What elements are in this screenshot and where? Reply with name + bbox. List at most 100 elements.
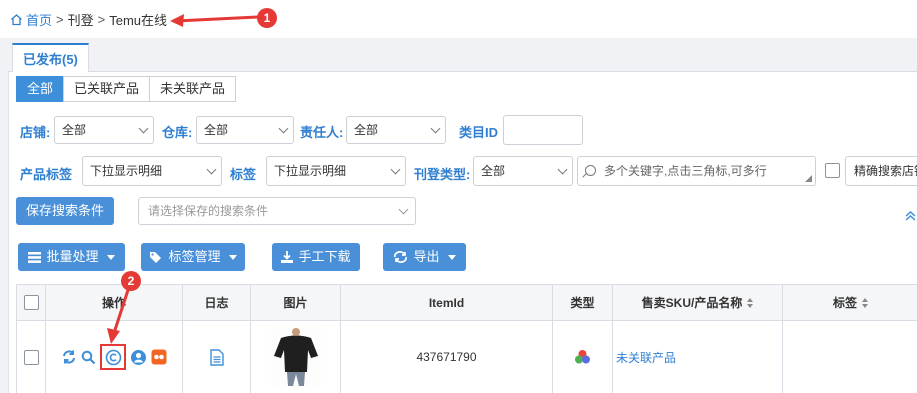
warehouse-label: 仓库: [162, 125, 193, 140]
user-icon[interactable] [130, 349, 147, 366]
caret-down-icon [106, 254, 115, 260]
tab-published[interactable]: 已发布(5) [12, 43, 89, 73]
copy-listing-button[interactable] [100, 344, 126, 370]
export-icon [394, 251, 408, 263]
warehouse-select[interactable]: 全部 [196, 116, 294, 144]
tag-select[interactable]: 下拉显示明细 [266, 156, 406, 186]
logo-badge-icon[interactable] [151, 349, 167, 365]
listing-type-select[interactable]: 全部 [473, 156, 573, 186]
breadcrumb-home-label: 首页 [26, 12, 53, 28]
download-icon [281, 251, 294, 263]
header-tags-label: 标签 [832, 296, 857, 310]
caret-down-icon [447, 254, 456, 260]
segment-all[interactable]: 全部 [16, 76, 65, 102]
annotation-arrowhead-1 [170, 14, 184, 27]
chevron-down-icon [206, 164, 217, 175]
sync-icon[interactable] [61, 349, 77, 365]
tag-label: 标签 [230, 167, 257, 182]
chevron-down-icon [138, 123, 149, 134]
listing-type-label: 刊登类型: [414, 167, 471, 182]
breadcrumb-home[interactable]: 首页 [10, 10, 52, 29]
search-icon[interactable] [81, 350, 96, 365]
segment-unlinked[interactable]: 未关联产品 [149, 76, 237, 102]
sort-icon[interactable] [747, 297, 754, 308]
row-select-cell [17, 321, 46, 393]
chevron-down-icon [557, 164, 568, 175]
sort-icon[interactable] [862, 297, 868, 308]
exact-search-option[interactable]: 精确搜索店铺 [845, 156, 917, 186]
product-tag-select[interactable]: 下拉显示明细 [82, 156, 222, 186]
exact-search-label: 精确搜索店铺 [854, 164, 917, 178]
annotation-arrow-1 [175, 15, 259, 23]
keyword-search-input[interactable]: 多个关键字,点击三角标,可多行 [577, 156, 816, 186]
header-sku-label: 售卖SKU/产品名称 [641, 296, 743, 310]
saved-search-placeholder: 请选择保存的搜索条件 [148, 204, 269, 218]
breadcrumb-current: Temu在线 [109, 12, 168, 28]
copyright-icon [105, 349, 121, 365]
category-id-label: 类目ID [459, 125, 499, 140]
tag-manage-button[interactable]: 标签管理 [141, 243, 245, 271]
product-tag-select-value: 下拉显示明细 [90, 164, 163, 178]
chevron-down-icon [398, 204, 409, 215]
link-status-filter: 全部 已关联产品 未关联产品 [16, 76, 237, 102]
expand-triangle-icon[interactable] [805, 175, 812, 182]
header-select-cell [17, 285, 46, 321]
tag-manage-label: 标签管理 [168, 249, 221, 264]
segment-linked[interactable]: 已关联产品 [63, 76, 151, 102]
owner-select-value: 全部 [354, 123, 379, 137]
header-item-id: ItemId [341, 285, 553, 321]
manual-download-button[interactable]: 手工下载 [272, 243, 360, 271]
breadcrumb-separator: > [97, 11, 106, 27]
chevron-down-icon [430, 123, 441, 134]
exact-search-checkbox[interactable] [825, 163, 840, 178]
product-tag-label: 产品标签 [20, 167, 73, 182]
header-image: 图片 [251, 285, 341, 321]
list-icon [28, 251, 42, 263]
store-select-value: 全部 [62, 123, 87, 137]
category-id-input[interactable] [503, 115, 583, 145]
header-type: 类型 [553, 285, 613, 321]
collapse-icon[interactable] [904, 210, 917, 224]
unlinked-product-link[interactable]: 未关联产品 [616, 349, 676, 366]
batch-process-button[interactable]: 批量处理 [18, 243, 125, 271]
caret-down-icon [228, 254, 237, 260]
row-type [553, 321, 613, 393]
row-checkbox[interactable] [23, 349, 39, 365]
saved-search-select[interactable]: 请选择保存的搜索条件 [138, 197, 416, 225]
listings-table: 操作 日志 图片 ItemId 类型 售卖SKU/产品名称 标签 4376717… [16, 284, 917, 393]
row-sku: 未关联产品 [613, 321, 783, 393]
listing-type-select-value: 全部 [481, 164, 506, 178]
header-tags[interactable]: 标签 [783, 285, 917, 321]
keyword-search-placeholder: 多个关键字,点击三角标,可多行 [604, 164, 767, 178]
tag-select-value: 下拉显示明细 [274, 164, 347, 178]
manual-download-label: 手工下载 [298, 249, 351, 264]
header-sku[interactable]: 售卖SKU/产品名称 [613, 285, 783, 321]
home-icon [11, 13, 22, 25]
row-item-id: 437671790 [341, 321, 553, 393]
search-icon [585, 165, 596, 176]
product-thumbnail[interactable] [270, 326, 321, 388]
save-search-button[interactable]: 保存搜索条件 [16, 197, 114, 225]
header-action: 操作 [46, 285, 183, 321]
store-select[interactable]: 全部 [54, 116, 154, 144]
header-log: 日志 [183, 285, 251, 321]
tab-bar [8, 42, 917, 72]
select-all-checkbox[interactable] [23, 295, 39, 310]
batch-process-label: 批量处理 [46, 249, 99, 264]
annotation-badge-2: 2 [121, 271, 141, 291]
document-icon[interactable] [209, 348, 224, 366]
breadcrumb: 首页 > 刊登 > Temu在线 [10, 10, 167, 28]
annotation-badge-1: 1 [257, 8, 277, 28]
chevron-down-icon [278, 123, 289, 134]
export-button[interactable]: 导出 [383, 243, 466, 271]
owner-label: 责任人: [300, 125, 344, 140]
multi-variant-icon [575, 350, 590, 364]
breadcrumb-separator: > [56, 11, 64, 27]
export-label: 导出 [413, 249, 440, 264]
row-actions [46, 321, 183, 393]
row-image [251, 321, 341, 393]
owner-select[interactable]: 全部 [346, 116, 446, 144]
breadcrumb-listing[interactable]: 刊登 [68, 10, 94, 29]
warehouse-select-value: 全部 [204, 123, 229, 137]
store-label: 店铺: [20, 125, 51, 140]
